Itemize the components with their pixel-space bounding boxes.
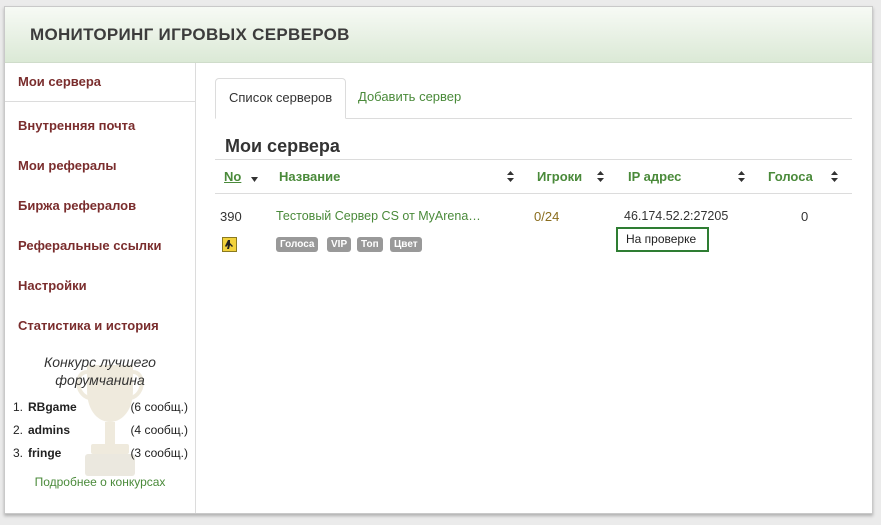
badge-votes[interactable]: Голоса	[276, 237, 319, 252]
contest-count: (4 сообщ.)	[130, 423, 188, 437]
sort-arrows-icon	[507, 171, 514, 182]
sidebar-item-stats[interactable]: Статистика и история	[5, 308, 195, 348]
contest-user[interactable]: fringe	[28, 446, 61, 460]
server-players: 0/24	[534, 209, 560, 224]
column-players-label: Игроки	[537, 169, 583, 184]
contest-row: 3. fringe (3 сообщ.)	[13, 446, 188, 464]
column-no-label: No	[224, 169, 242, 184]
page-frame: МОНИТОРИНГ ИГРОВЫХ СЕРВЕРОВ Мои сервера …	[4, 6, 873, 514]
contest-rank: 2.	[13, 423, 24, 437]
contest-row: 2. admins (4 сообщ.)	[13, 423, 188, 441]
sort-desc-icon	[251, 177, 258, 182]
badge-top[interactable]: Топ	[357, 237, 383, 252]
contest-title-line2: форумчанина	[55, 372, 145, 388]
page-title: МОНИТОРИНГ ИГРОВЫХ СЕРВЕРОВ	[30, 25, 350, 44]
main-content: Список серверов Добавить сервер Мои серв…	[215, 63, 852, 513]
column-header-ip[interactable]: IP адрес	[628, 160, 748, 193]
badge-vip[interactable]: VIP	[327, 237, 352, 252]
server-name-link[interactable]: Тестовый Сервер CS от MyArena…	[276, 209, 481, 223]
sort-arrows-icon	[831, 171, 838, 182]
contest-rank: 1.	[13, 400, 24, 414]
column-name-label: Название	[279, 169, 341, 184]
contest-title: Конкурс лучшего форумчанина	[5, 353, 195, 389]
tab-add-server[interactable]: Добавить сервер	[345, 78, 474, 118]
counter-strike-icon	[222, 237, 237, 252]
server-badges: Голоса VIP Топ Цвет	[276, 237, 476, 253]
contest-user[interactable]: RBgame	[28, 400, 77, 414]
sidebar-item-referral-exchange[interactable]: Биржа рефералов	[5, 188, 195, 228]
contest-widget: Конкурс лучшего форумчанина 1. RBgame (6…	[5, 350, 195, 490]
table-header: No Название Игроки IP адрес Голоса	[215, 159, 852, 194]
contest-count: (6 сообщ.)	[130, 400, 188, 414]
sidebar-item-settings[interactable]: Настройки	[5, 268, 195, 308]
contest-user[interactable]: admins	[28, 423, 70, 437]
contest-row: 1. RBgame (6 сообщ.)	[13, 400, 188, 418]
tab-server-list[interactable]: Список серверов	[215, 78, 347, 119]
section-title: Мои сервера	[225, 136, 340, 156]
contest-rank: 3.	[13, 446, 24, 460]
contest-title-line1: Конкурс лучшего	[44, 354, 156, 370]
tab-bar: Список серверов Добавить сервер	[215, 78, 852, 119]
header: МОНИТОРИНГ ИГРОВЫХ СЕРВЕРОВ	[5, 7, 872, 63]
column-header-votes[interactable]: Голоса	[768, 160, 843, 193]
sidebar-nav-list: Внутренняя почта Мои рефералы Биржа рефе…	[5, 108, 195, 348]
sort-arrows-icon	[597, 171, 604, 182]
column-ip-label: IP адрес	[628, 169, 682, 184]
sidebar-item-referrals[interactable]: Мои рефералы	[5, 148, 195, 188]
contest-more-link[interactable]: Подробнее о конкурсах	[5, 475, 195, 489]
column-header-name[interactable]: Название	[279, 160, 519, 193]
column-header-players[interactable]: Игроки	[537, 160, 609, 193]
contest-count: (3 сообщ.)	[130, 446, 188, 460]
status-badge: На проверке	[616, 227, 709, 252]
server-ip: 46.174.52.2:27205	[624, 209, 729, 223]
sidebar-item-mail[interactable]: Внутренняя почта	[5, 108, 195, 148]
sidebar-item-my-servers[interactable]: Мои сервера	[5, 63, 195, 102]
server-id: 390	[220, 209, 242, 224]
column-votes-label: Голоса	[768, 169, 813, 184]
sidebar: Мои сервера Внутренняя почта Мои реферал…	[5, 63, 196, 513]
badge-color[interactable]: Цвет	[390, 237, 422, 252]
server-votes: 0	[801, 209, 809, 224]
sort-arrows-icon	[738, 171, 745, 182]
column-header-no[interactable]: No	[224, 160, 264, 193]
sidebar-item-referral-links[interactable]: Реферальные ссылки	[5, 228, 195, 268]
